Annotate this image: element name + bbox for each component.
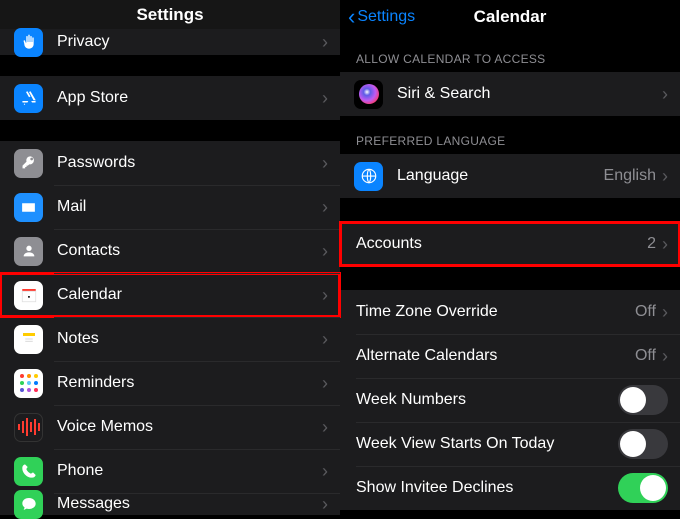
row-timezone-override[interactable]: Time Zone Override Off ›	[340, 290, 680, 334]
row-label: Show Invitee Declines	[356, 479, 618, 497]
row-label: Siri & Search	[397, 85, 662, 103]
settings-group-main: Passwords › Mail › Contacts › ▪ Calendar…	[0, 141, 340, 515]
row-week-numbers[interactable]: Week Numbers	[340, 378, 680, 422]
chevron-right-icon: ›	[662, 85, 668, 103]
row-alternate-calendars[interactable]: Alternate Calendars Off ›	[340, 334, 680, 378]
row-label: Calendar	[57, 286, 322, 304]
settings-pane: Settings Privacy › App Store › Passwo	[0, 0, 340, 515]
row-label: Week Numbers	[356, 391, 618, 409]
row-label: Alternate Calendars	[356, 347, 635, 365]
key-icon	[14, 149, 43, 178]
settings-row-mail[interactable]: Mail ›	[0, 185, 340, 229]
row-siri-search[interactable]: Siri & Search ›	[340, 72, 680, 116]
chevron-right-icon: ›	[322, 286, 328, 304]
row-label: Contacts	[57, 242, 322, 260]
chevron-right-icon: ›	[322, 242, 328, 260]
row-label: App Store	[57, 89, 322, 107]
voicememos-icon	[14, 413, 43, 442]
back-label: Settings	[357, 8, 415, 26]
row-value: 2	[647, 235, 656, 253]
siri-icon	[354, 80, 383, 109]
row-label: Passwords	[57, 154, 322, 172]
row-label: Messages	[57, 495, 322, 513]
chevron-right-icon: ›	[322, 154, 328, 172]
group-options: Time Zone Override Off › Alternate Calen…	[340, 290, 680, 510]
group-siri: Siri & Search ›	[340, 72, 680, 116]
row-label: Accounts	[356, 235, 647, 253]
settings-group-appstore: App Store ›	[0, 76, 340, 120]
calendar-pane: ‹ Settings Calendar ALLOW CALENDAR TO AC…	[340, 0, 680, 515]
chevron-right-icon: ›	[322, 89, 328, 107]
row-label: Voice Memos	[57, 418, 322, 436]
chevron-left-icon: ‹	[348, 6, 355, 28]
notes-icon	[14, 325, 43, 354]
row-label: Privacy	[57, 33, 322, 51]
settings-row-messages[interactable]: Messages ›	[0, 493, 340, 515]
chevron-right-icon: ›	[322, 495, 328, 513]
reminders-icon	[14, 369, 43, 398]
toggle-invitee-declines[interactable]	[618, 473, 668, 503]
row-value: Off	[635, 303, 656, 321]
section-preferred-language: PREFERRED LANGUAGE	[340, 116, 680, 154]
row-label: Reminders	[57, 374, 322, 392]
chevron-right-icon: ›	[322, 198, 328, 216]
row-label: Phone	[57, 462, 322, 480]
row-value: Off	[635, 347, 656, 365]
row-value: English	[604, 167, 656, 185]
group-language: Language English ›	[340, 154, 680, 198]
chevron-right-icon: ›	[322, 418, 328, 436]
chevron-right-icon: ›	[662, 347, 668, 365]
settings-row-phone[interactable]: Phone ›	[0, 449, 340, 493]
row-label: Time Zone Override	[356, 303, 635, 321]
settings-row-voicememos[interactable]: Voice Memos ›	[0, 405, 340, 449]
appstore-icon	[14, 84, 43, 113]
chevron-right-icon: ›	[662, 235, 668, 253]
back-button[interactable]: ‹ Settings	[348, 6, 415, 28]
row-accounts[interactable]: Accounts 2 ›	[340, 222, 680, 266]
settings-row-reminders[interactable]: Reminders ›	[0, 361, 340, 405]
settings-row-passwords[interactable]: Passwords ›	[0, 141, 340, 185]
section-allow-access: ALLOW CALENDAR TO ACCESS	[340, 34, 680, 72]
row-label: Week View Starts On Today	[356, 435, 618, 453]
phone-icon	[14, 457, 43, 486]
settings-header: Settings	[0, 0, 340, 29]
globe-icon	[354, 162, 383, 191]
calendar-title: Calendar	[474, 7, 547, 27]
row-label: Notes	[57, 330, 322, 348]
row-show-invitee-declines[interactable]: Show Invitee Declines	[340, 466, 680, 510]
row-label: Mail	[57, 198, 322, 216]
chevron-right-icon: ›	[662, 167, 668, 185]
settings-row-appstore[interactable]: App Store ›	[0, 76, 340, 120]
chevron-right-icon: ›	[662, 303, 668, 321]
chevron-right-icon: ›	[322, 33, 328, 51]
settings-row-privacy[interactable]: Privacy ›	[0, 29, 340, 55]
chevron-right-icon: ›	[322, 374, 328, 392]
settings-row-contacts[interactable]: Contacts ›	[0, 229, 340, 273]
settings-row-notes[interactable]: Notes ›	[0, 317, 340, 361]
contacts-icon	[14, 237, 43, 266]
row-week-view-starts-today[interactable]: Week View Starts On Today	[340, 422, 680, 466]
hand-icon	[14, 28, 43, 57]
toggle-week-view-today[interactable]	[618, 429, 668, 459]
calendar-header: ‹ Settings Calendar	[340, 0, 680, 34]
settings-title: Settings	[136, 5, 203, 25]
settings-row-calendar[interactable]: ▪ Calendar ›	[0, 273, 340, 317]
messages-icon	[14, 490, 43, 519]
row-language[interactable]: Language English ›	[340, 154, 680, 198]
row-label: Language	[397, 167, 604, 185]
settings-group-privacy: Privacy ›	[0, 29, 340, 55]
calendar-icon: ▪	[14, 281, 43, 310]
chevron-right-icon: ›	[322, 330, 328, 348]
mail-icon	[14, 193, 43, 222]
group-accounts: Accounts 2 ›	[340, 222, 680, 266]
chevron-right-icon: ›	[322, 462, 328, 480]
toggle-week-numbers[interactable]	[618, 385, 668, 415]
